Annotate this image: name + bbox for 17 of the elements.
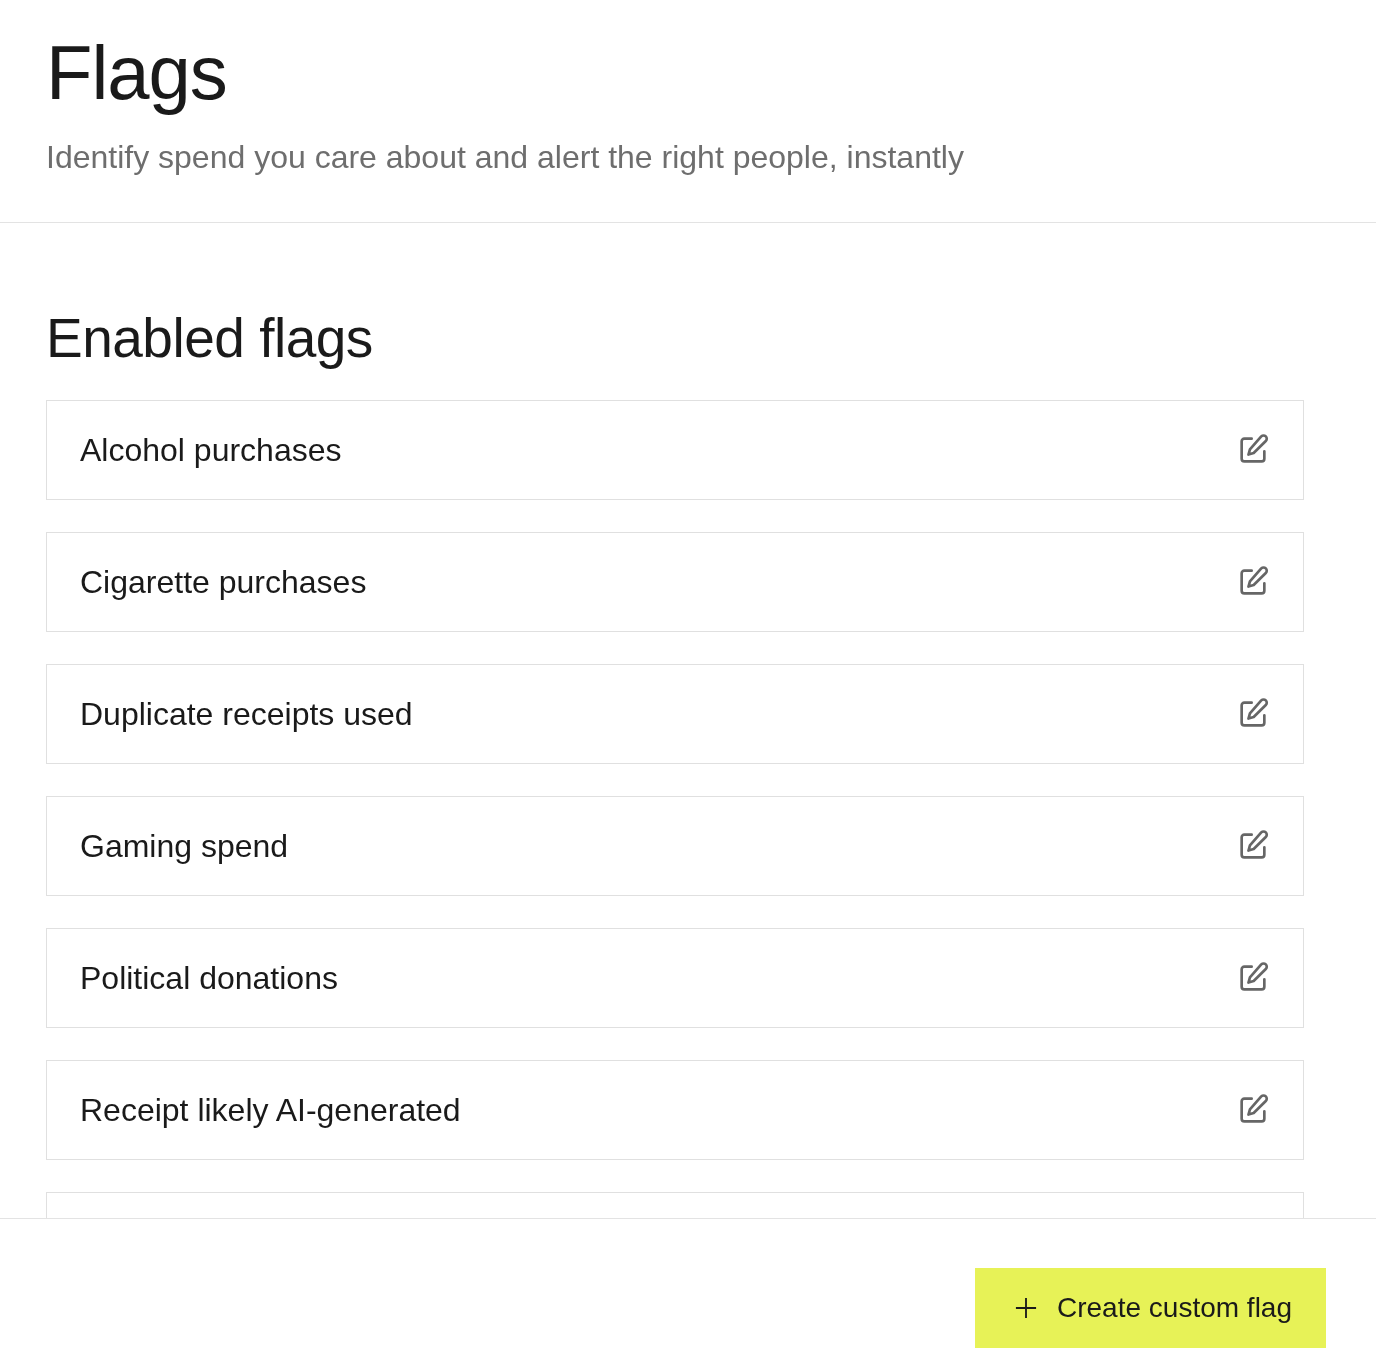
- flag-name: Alcohol purchases: [80, 431, 342, 469]
- flag-name: Duplicate receipts used: [80, 695, 413, 733]
- page-title: Flags: [46, 29, 227, 117]
- flag-name: Gaming spend: [80, 827, 289, 865]
- flag-name: Receipt likely AI-generated: [80, 1091, 461, 1129]
- create-flag-button[interactable]: Create custom flag: [975, 1268, 1326, 1348]
- edit-icon[interactable]: [1237, 434, 1269, 466]
- page-subtitle: Identify spend you care about and alert the right people, instantly: [46, 138, 964, 176]
- edit-icon[interactable]: [1237, 830, 1269, 862]
- flag-name: Political donations: [80, 959, 338, 997]
- section-heading: Enabled flags: [46, 306, 373, 371]
- edit-icon[interactable]: [1237, 566, 1269, 598]
- edit-icon[interactable]: [1237, 1094, 1269, 1126]
- edit-icon[interactable]: [1237, 962, 1269, 994]
- flag-name: Cigarette purchases: [80, 563, 367, 601]
- plus-icon: [1015, 1297, 1037, 1319]
- edit-icon[interactable]: [1237, 698, 1269, 730]
